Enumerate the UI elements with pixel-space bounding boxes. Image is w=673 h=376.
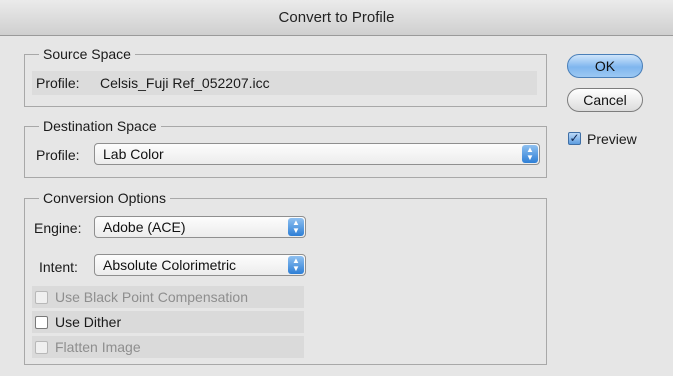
destination-profile-select[interactable]: Lab Color ▲ ▼ bbox=[94, 143, 540, 165]
black-point-label: Use Black Point Compensation bbox=[55, 289, 248, 305]
source-space-group: Source Space Profile: Celsis_Fuji Ref_05… bbox=[24, 45, 547, 107]
cancel-button[interactable]: Cancel bbox=[567, 88, 643, 112]
destination-profile-label: Profile: bbox=[36, 147, 80, 163]
intent-select[interactable]: Absolute Colorimetric ▲ ▼ bbox=[94, 254, 306, 276]
flatten-label: Flatten Image bbox=[55, 339, 141, 355]
chevron-updown-icon: ▲ ▼ bbox=[288, 256, 304, 274]
dither-label: Use Dither bbox=[55, 314, 122, 330]
dialog-title-bar: Convert to Profile bbox=[0, 0, 673, 36]
preview-label: Preview bbox=[587, 131, 637, 147]
chevron-updown-icon: ▲ ▼ bbox=[288, 218, 304, 236]
engine-value: Adobe (ACE) bbox=[103, 219, 186, 235]
destination-space-legend: Destination Space bbox=[39, 117, 161, 135]
source-profile-value: Celsis_Fuji Ref_052207.icc bbox=[100, 75, 270, 91]
chevron-updown-icon: ▲ ▼ bbox=[522, 145, 538, 163]
flatten-checkbox[interactable] bbox=[35, 341, 48, 354]
source-profile-label: Profile: bbox=[36, 75, 80, 91]
engine-label: Engine: bbox=[34, 220, 82, 236]
destination-space-group: Destination Space Profile: Lab Color ▲ ▼ bbox=[24, 117, 547, 178]
black-point-checkbox[interactable] bbox=[35, 291, 48, 304]
ok-button-label: OK bbox=[594, 58, 616, 74]
conversion-options-legend: Conversion Options bbox=[39, 189, 170, 207]
cancel-button-label: Cancel bbox=[583, 92, 627, 108]
intent-label: Intent: bbox=[39, 259, 78, 275]
engine-select[interactable]: Adobe (ACE) ▲ ▼ bbox=[94, 216, 306, 238]
ok-button[interactable]: OK bbox=[567, 54, 643, 78]
dialog-title: Convert to Profile bbox=[278, 9, 395, 26]
intent-value: Absolute Colorimetric bbox=[103, 257, 237, 273]
destination-profile-value: Lab Color bbox=[103, 146, 164, 162]
source-space-legend: Source Space bbox=[39, 45, 135, 63]
conversion-options-group: Conversion Options Engine: Adobe (ACE) ▲… bbox=[24, 189, 547, 365]
dither-checkbox[interactable] bbox=[35, 316, 48, 329]
preview-checkbox[interactable]: ✓ bbox=[568, 132, 581, 145]
